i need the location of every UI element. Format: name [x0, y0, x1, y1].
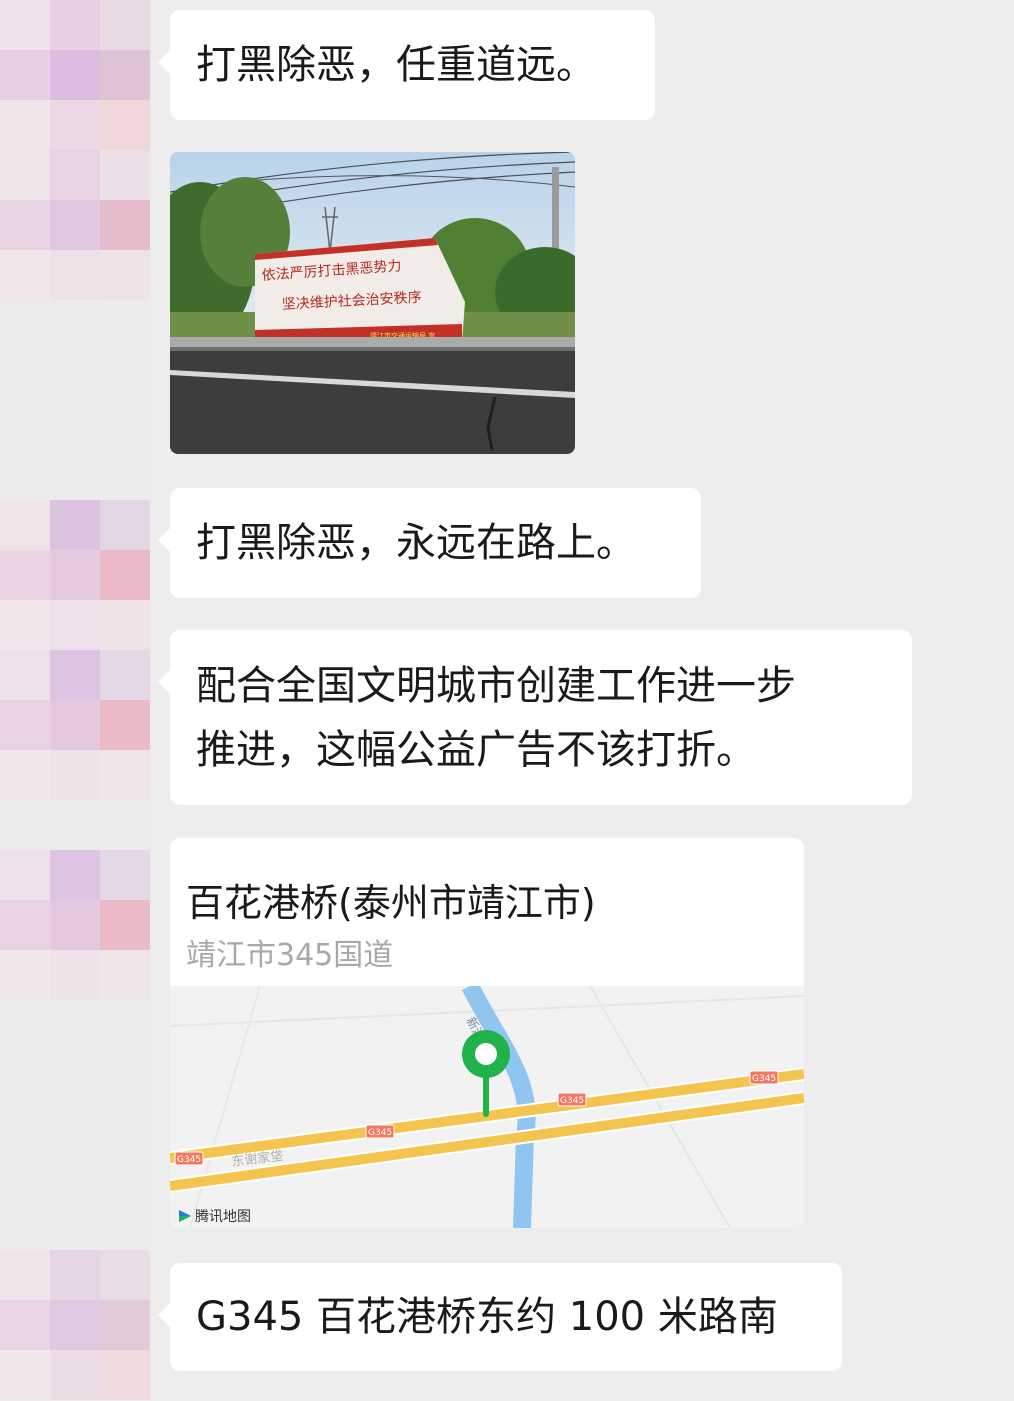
- map-preview: G345 G345 G345 G345 东谢家垡 新港河: [170, 986, 804, 1228]
- message-bubble[interactable]: 打黑除恶，任重道远。: [158, 10, 655, 120]
- avatar[interactable]: [0, 650, 150, 800]
- message-text-line: 配合全国文明城市创建工作进一步: [196, 663, 796, 709]
- road-shield: G345: [749, 1070, 779, 1085]
- avatar[interactable]: [0, 0, 150, 150]
- message-text: 打黑除恶，永远在路上。: [196, 520, 636, 566]
- location-name: 百花港桥(泰州市靖江市): [186, 881, 596, 925]
- svg-text:G345: G345: [752, 1074, 776, 1084]
- message-text: G345 百花港桥东约 100 米路南: [196, 1294, 778, 1340]
- road-shield: G345: [365, 1124, 395, 1139]
- message-text-line: 推进，这幅公益广告不该打折。: [196, 727, 756, 773]
- message-bubble[interactable]: 打黑除恶，永远在路上。: [158, 488, 701, 598]
- svg-text:G345: G345: [560, 1096, 584, 1106]
- location-address: 靖江市345国道: [186, 938, 394, 973]
- map-credit: 腾讯地图: [178, 1206, 251, 1226]
- tencent-map-logo-icon: [179, 1210, 191, 1222]
- avatar[interactable]: [0, 150, 150, 300]
- road-shield: G345: [174, 1151, 204, 1166]
- svg-text:G345: G345: [368, 1128, 392, 1138]
- message-bubble[interactable]: G345 百花港桥东约 100 米路南: [158, 1263, 842, 1371]
- road-shield: G345: [557, 1092, 587, 1107]
- message-bubble[interactable]: 配合全国文明城市创建工作进一步 推进，这幅公益广告不该打折。: [158, 630, 912, 805]
- message-image[interactable]: 依法严厉打击黑恶势力 坚决维护社会治安秩序 靖江市交通运输局 宣: [170, 152, 575, 454]
- avatar[interactable]: [0, 500, 150, 650]
- message-text: 打黑除恶，任重道远。: [196, 42, 596, 88]
- location-card[interactable]: 百花港桥(泰州市靖江市) 靖江市345国道 G345 G345 G345 G34…: [170, 838, 804, 1228]
- roadside-banner-photo: 依法严厉打击黑恶势力 坚决维护社会治安秩序 靖江市交通运输局 宣: [170, 152, 575, 454]
- avatar[interactable]: [0, 1250, 150, 1400]
- svg-text:G345: G345: [177, 1155, 201, 1165]
- avatar[interactable]: [0, 850, 150, 1000]
